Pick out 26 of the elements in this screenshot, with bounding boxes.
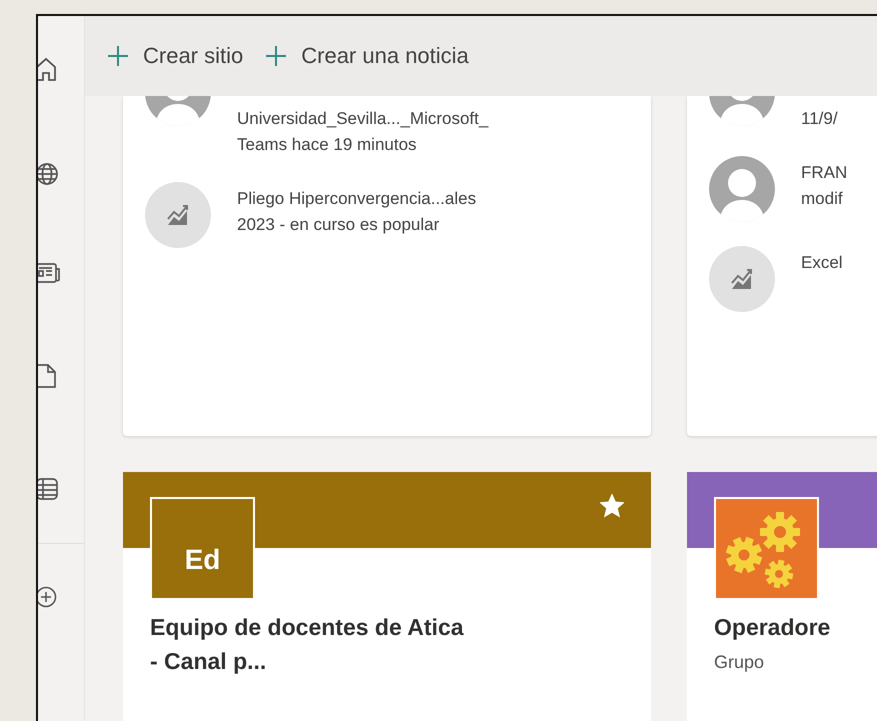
news-icon[interactable]	[38, 262, 61, 284]
site-card[interactable]: Ed Equipo de docentes de Atica - Canal p...	[123, 472, 651, 721]
document-icon[interactable]	[38, 363, 57, 389]
site-type: Grupo	[714, 652, 766, 673]
site-title: Equipo de docentes de Atica - Canal p...	[150, 613, 465, 676]
home-icon[interactable]	[38, 56, 57, 82]
gears-icon	[714, 497, 819, 600]
trending-icon	[145, 182, 211, 248]
site-card[interactable]: Operadore Grupo	[687, 472, 877, 721]
command-button[interactable]: Crear sitio	[107, 43, 244, 69]
plus-icon	[265, 45, 288, 67]
star-icon[interactable]	[600, 494, 624, 518]
add-icon[interactable]	[38, 586, 57, 608]
list-icon[interactable]	[38, 477, 59, 501]
activity-text: Pliego Hiperconvergencia...ales 2023 - en curso es popular	[237, 188, 476, 236]
activity-text: 11/9/	[801, 108, 838, 130]
activity-text: Excel	[801, 252, 843, 274]
activity-text: FRAN modif	[801, 162, 848, 210]
globe-icon[interactable]	[38, 162, 59, 186]
site-logo: Ed	[150, 497, 255, 600]
plus-icon	[107, 45, 129, 67]
command-button[interactable]: Crear una noticia	[265, 43, 469, 69]
person-icon	[709, 156, 775, 222]
trending-icon	[709, 246, 775, 312]
activity-text: Universidad_Sevilla..._Microsoft_ Teams hace 19 minutos	[237, 108, 488, 156]
site-title: Operadore	[714, 613, 832, 642]
